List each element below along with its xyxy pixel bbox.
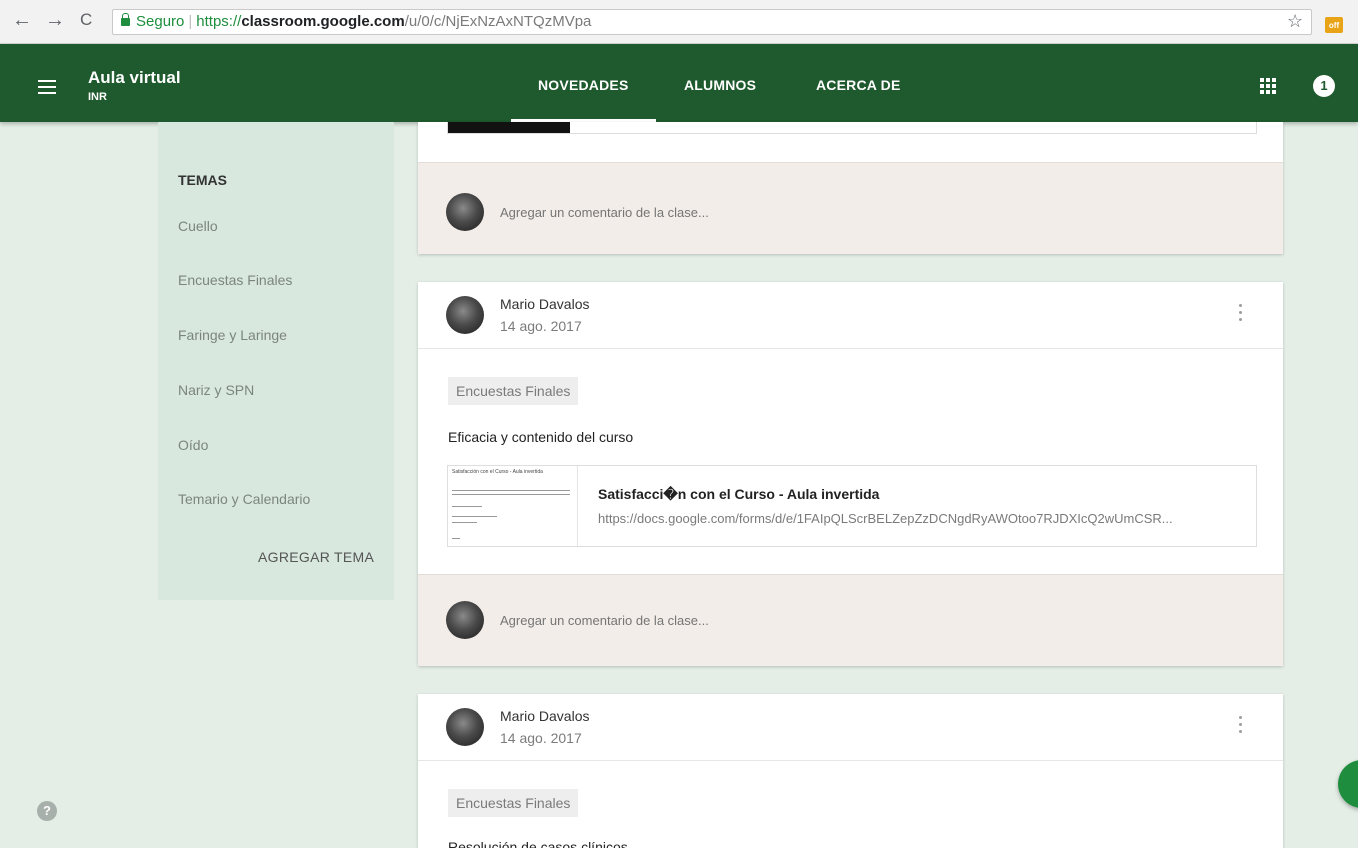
tab-acerca-de[interactable]: ACERCA DE [816, 77, 901, 93]
account-avatar[interactable]: 1 [1313, 75, 1335, 97]
post-date: 14 ago. 2017 [500, 730, 582, 746]
topic-cuello[interactable]: Cuello [178, 218, 218, 234]
class-title[interactable]: Aula virtual [88, 68, 181, 88]
secure-label: Seguro [136, 13, 185, 30]
attachment-url[interactable]: https://docs.google.com/forms/d/e/1FAIpQ… [598, 511, 1248, 526]
tab-novedades[interactable]: NOVEDADES [538, 77, 628, 93]
tab-alumnos[interactable]: ALUMNOS [684, 77, 756, 93]
topic-chip[interactable]: Encuestas Finales [448, 789, 579, 817]
avatar [446, 193, 484, 231]
apps-grid-icon[interactable] [1260, 78, 1276, 94]
bookmark-star-icon[interactable]: ☆ [1287, 11, 1303, 31]
attachment-card[interactable] [447, 122, 1257, 134]
more-options-icon[interactable] [1237, 304, 1243, 324]
forward-icon[interactable]: → [45, 10, 65, 30]
attachment-thumbnail: Satisfacción con el Curso - Aula inverti… [448, 466, 578, 546]
topics-title: TEMAS [178, 172, 227, 188]
browser-toolbar: ← → C Seguro | https://classroom.google.co… [0, 0, 1358, 44]
post-author: Mario Davalos [500, 708, 590, 724]
class-comment-input[interactable]: Agregar un comentario de la clase... [500, 613, 709, 628]
menu-icon[interactable] [38, 80, 56, 94]
url-scheme: https:// [196, 13, 242, 30]
topic-oido[interactable]: Oído [178, 437, 208, 453]
attachment-card[interactable]: Satisfacción con el Curso - Aula inverti… [447, 465, 1257, 547]
back-icon[interactable]: ← [12, 10, 32, 30]
stream-post: Mario Davalos 14 ago. 2017 Encuestas Fin… [418, 282, 1283, 666]
post-author: Mario Davalos [500, 296, 590, 312]
reload-icon[interactable]: C [80, 10, 92, 30]
url-host: classroom.google.com [241, 13, 405, 30]
class-section: INR [88, 91, 107, 103]
class-comment-bar[interactable]: Agregar un comentario de la clase... [418, 162, 1283, 254]
attachment-title[interactable]: Satisfacci�n con el Curso - Aula inverti… [598, 486, 879, 503]
topic-nariz-spn[interactable]: Nariz y SPN [178, 382, 254, 398]
url-path: /u/0/c/NjExNzAxNTQzMVpa [404, 13, 592, 30]
lock-icon [121, 13, 130, 26]
avatar [446, 601, 484, 639]
app-header: Aula virtual INR NOVEDADES ALUMNOS ACERC… [0, 44, 1358, 122]
help-icon[interactable]: ? [37, 801, 57, 821]
topic-faringe-laringe[interactable]: Faringe y Laringe [178, 327, 287, 343]
extension-label: off [1328, 21, 1340, 30]
class-comment-input[interactable]: Agregar un comentario de la clase... [500, 205, 709, 220]
class-comment-bar[interactable]: Agregar un comentario de la clase... [418, 574, 1283, 666]
create-fab-button[interactable] [1338, 760, 1358, 808]
extension-icon[interactable]: off [1322, 9, 1346, 35]
stream-post-previous: Agregar un comentario de la clase... [418, 122, 1283, 254]
post-title: Eficacia y contenido del curso [448, 429, 634, 445]
avatar [446, 296, 484, 334]
topic-chip[interactable]: Encuestas Finales [448, 377, 579, 405]
avatar [446, 708, 484, 746]
post-title: Resolución de casos clínicos [448, 839, 628, 848]
post-date: 14 ago. 2017 [500, 318, 582, 334]
topics-sidebar [158, 122, 394, 600]
address-bar[interactable]: Seguro | https://classroom.google.com/u/0/… [112, 9, 1312, 35]
topic-temario-calendario[interactable]: Temario y Calendario [178, 491, 310, 507]
topic-encuestas-finales[interactable]: Encuestas Finales [178, 272, 292, 288]
more-options-icon[interactable] [1237, 716, 1243, 736]
add-topic-button[interactable]: AGREGAR TEMA [258, 549, 374, 565]
stream-post: Mario Davalos 14 ago. 2017 Encuestas Fin… [418, 694, 1283, 848]
